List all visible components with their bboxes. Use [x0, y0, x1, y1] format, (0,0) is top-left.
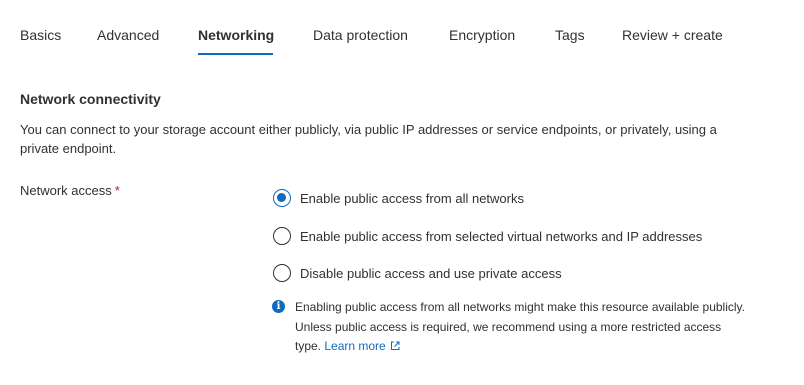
radio-button[interactable]	[273, 227, 291, 245]
radio-label[interactable]: Enable public access from selected virtu…	[300, 229, 702, 244]
radio-option-selected-networks[interactable]: Enable public access from selected virtu…	[273, 226, 702, 246]
radio-button[interactable]	[273, 264, 291, 282]
section-description: You can connect to your storage account …	[20, 122, 717, 156]
active-tab-indicator	[198, 53, 273, 55]
tab-advanced[interactable]: Advanced	[97, 27, 159, 43]
network-access-label: Network access *	[20, 183, 120, 198]
radio-option-disable-public[interactable]: Disable public access and use private ac…	[273, 263, 562, 283]
radio-option-all-networks[interactable]: Enable public access from all networks	[273, 188, 524, 208]
tab-basics[interactable]: Basics	[20, 27, 61, 43]
radio-label[interactable]: Enable public access from all networks	[300, 191, 524, 206]
radio-label[interactable]: Disable public access and use private ac…	[300, 266, 562, 281]
required-indicator: *	[114, 183, 120, 198]
section-title: Network connectivity	[20, 91, 161, 107]
tab-data-protection[interactable]: Data protection	[313, 27, 408, 43]
info-text-block: Enabling public access from all networks…	[295, 298, 750, 357]
tab-encryption[interactable]: Encryption	[449, 27, 515, 43]
tab-tags[interactable]: Tags	[555, 27, 585, 43]
network-access-label-text: Network access	[20, 183, 112, 198]
info-icon: i	[272, 300, 285, 313]
tab-networking[interactable]: Networking	[198, 27, 274, 43]
learn-more-link[interactable]: Learn more	[324, 339, 400, 353]
radio-button-checked[interactable]	[273, 189, 291, 207]
tab-review-create[interactable]: Review + create	[622, 27, 723, 43]
external-link-icon	[390, 341, 400, 350]
tab-bar: Basics Advanced Networking Data protecti…	[0, 0, 804, 56]
learn-more-label[interactable]: Learn more	[324, 339, 385, 353]
